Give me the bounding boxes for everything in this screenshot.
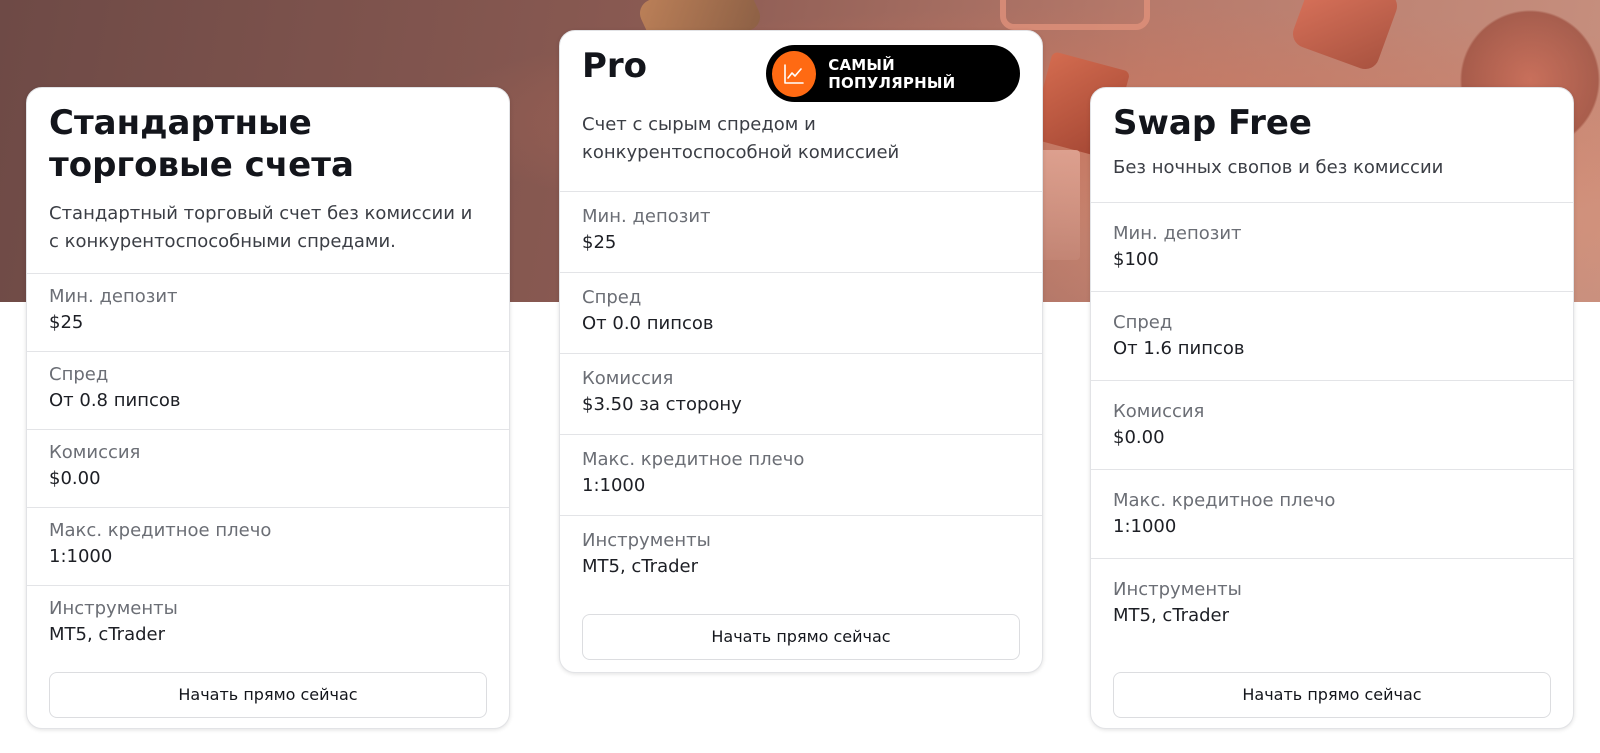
spec-value: $0.00: [1113, 427, 1165, 448]
badge-label: САМЫЙ ПОПУЛЯРНЫЙ: [828, 55, 956, 92]
spec-value: 1:1000: [49, 546, 113, 567]
spec-row-spread: Спред От 0.0 пипсов: [560, 272, 1042, 353]
account-card-swap-free: Swap Free Без ночных свопов и без комисс…: [1090, 87, 1574, 729]
spec-value: $25: [582, 232, 617, 253]
card-description: Стандартный торговый счет без комиссии и…: [49, 203, 473, 252]
spec-label: Инструменты: [1113, 579, 1242, 600]
spec-row-platforms: Инструменты MT5, cTrader: [1091, 558, 1573, 647]
most-popular-badge: САМЫЙ ПОПУЛЯРНЫЙ: [766, 45, 1020, 102]
account-card-standard: Стандартные торговые счета Стандартный т…: [26, 87, 510, 729]
card-description: Без ночных свопов и без комиссии: [1113, 157, 1444, 178]
spec-row-min-deposit: Мин. депозит $25: [560, 191, 1042, 272]
spec-label: Инструменты: [582, 530, 711, 551]
card-title: Стандартные торговые счета: [49, 103, 354, 185]
chart-trend-icon: [772, 50, 817, 97]
spec-value: $0.00: [49, 468, 101, 489]
spec-label: Мин. депозит: [1113, 223, 1242, 244]
spec-value: От 0.8 пипсов: [49, 390, 181, 411]
spec-list: Мин. депозит $25 Спред От 0.0 пипсов Ком…: [560, 191, 1042, 596]
card-title: Swap Free: [1113, 103, 1312, 143]
spec-row-commission: Комиссия $0.00: [1091, 380, 1573, 469]
spec-row-leverage: Макс. кредитное плечо 1:1000: [560, 434, 1042, 515]
account-card-pro: Pro САМЫЙ ПОПУЛЯРНЫЙ Счет с сырым спредо…: [559, 30, 1043, 673]
spec-row-commission: Комиссия $0.00: [27, 429, 509, 507]
spec-list: Мин. депозит $100 Спред От 1.6 пипсов Ко…: [1091, 202, 1573, 647]
spec-label: Макс. кредитное плечо: [49, 520, 272, 541]
spec-label: Спред: [49, 364, 109, 385]
spec-label: Комиссия: [49, 442, 141, 463]
spec-row-spread: Спред От 0.8 пипсов: [27, 351, 509, 429]
spec-row-platforms: Инструменты MT5, cTrader: [560, 515, 1042, 596]
spec-label: Комиссия: [582, 368, 674, 389]
spec-list: Мин. депозит $25 Спред От 0.8 пипсов Ком…: [27, 273, 509, 663]
spec-value: MT5, cTrader: [1113, 605, 1229, 626]
spec-label: Мин. депозит: [49, 286, 178, 307]
spec-value: От 0.0 пипсов: [582, 313, 714, 334]
spec-row-spread: Спред От 1.6 пипсов: [1091, 291, 1573, 380]
spec-label: Комиссия: [1113, 401, 1205, 422]
start-now-button[interactable]: Начать прямо сейчас: [49, 672, 487, 718]
spec-label: Спред: [582, 287, 642, 308]
spec-value: $25: [49, 312, 84, 333]
spec-row-leverage: Макс. кредитное плечо 1:1000: [27, 507, 509, 585]
spec-value: $100: [1113, 249, 1159, 270]
spec-row-min-deposit: Мин. депозит $25: [27, 273, 509, 351]
card-description: Счет с сырым спредом и конкурентоспособн…: [582, 114, 900, 163]
spec-value: MT5, cTrader: [49, 624, 165, 645]
card-header: Pro САМЫЙ ПОПУЛЯРНЫЙ Счет с сырым спредо…: [560, 31, 1042, 167]
card-header: Стандартные торговые счета Стандартный т…: [27, 88, 509, 256]
spec-label: Мин. депозит: [582, 206, 711, 227]
decorative-shape: [1289, 0, 1401, 73]
spec-row-leverage: Макс. кредитное плечо 1:1000: [1091, 469, 1573, 558]
spec-value: 1:1000: [582, 475, 646, 496]
start-now-button[interactable]: Начать прямо сейчас: [1113, 672, 1551, 718]
spec-row-platforms: Инструменты MT5, cTrader: [27, 585, 509, 663]
spec-label: Инструменты: [49, 598, 178, 619]
spec-label: Макс. кредитное плечо: [1113, 490, 1336, 511]
spec-value: MT5, cTrader: [582, 556, 698, 577]
spec-label: Спред: [1113, 312, 1173, 333]
spec-value: От 1.6 пипсов: [1113, 338, 1245, 359]
decorative-shape: [1000, 0, 1150, 30]
card-header: Swap Free Без ночных свопов и без комисс…: [1091, 88, 1573, 182]
spec-value: 1:1000: [1113, 516, 1177, 537]
spec-value: $3.50 за сторону: [582, 394, 742, 415]
spec-row-commission: Комиссия $3.50 за сторону: [560, 353, 1042, 434]
spec-label: Макс. кредитное плечо: [582, 449, 805, 470]
spec-row-min-deposit: Мин. депозит $100: [1091, 202, 1573, 291]
start-now-button[interactable]: Начать прямо сейчас: [582, 614, 1020, 660]
